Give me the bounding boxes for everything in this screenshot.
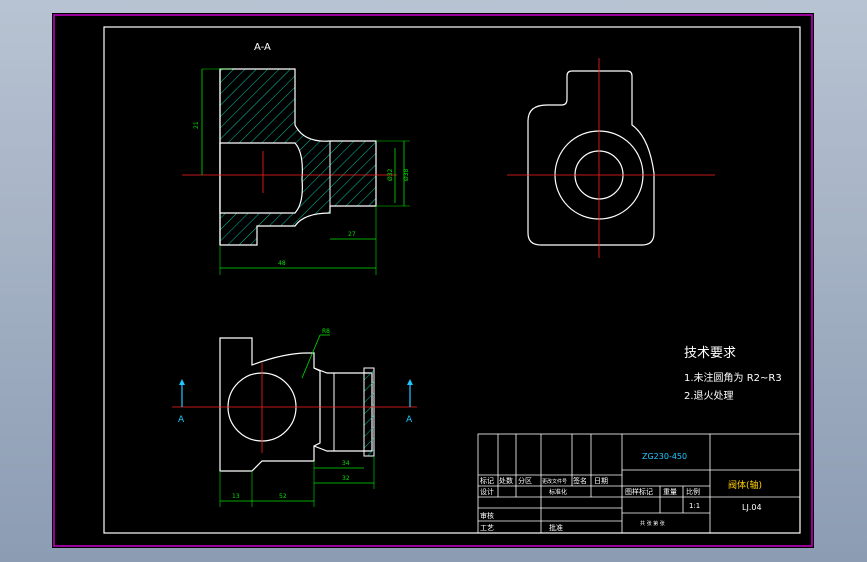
part-name: 阀体(轴)	[728, 479, 762, 491]
outer-frame	[53, 14, 813, 547]
dim-d32: Ø32	[387, 168, 394, 181]
hdr-3: 更改文件号	[542, 478, 567, 485]
cad-viewport: A-A 21 Ø32 Ø38 27 48 A A R8 34 32 13 52 …	[52, 13, 814, 548]
section-mark-left: A	[178, 415, 185, 425]
dim-13: 13	[232, 493, 240, 500]
hdr-1: 处数	[499, 476, 513, 485]
tech-line-2: 2.退火处理	[684, 390, 734, 402]
cell-weight: 重量	[663, 488, 677, 496]
cell-sheet: 共 张 第 张	[640, 520, 665, 527]
dim-21: 21	[193, 121, 200, 129]
section-label: A-A	[254, 42, 271, 53]
section-view: 21 Ø32 Ø38 27 48	[182, 68, 410, 275]
hdr-5: 日期	[594, 477, 608, 485]
dim-32: 32	[342, 475, 350, 482]
drawing-canvas: A-A 21 Ø32 Ø38 27 48 A A R8 34 32 13 52 …	[53, 14, 813, 547]
dim-d38: Ø38	[403, 168, 410, 181]
cell-standardize: 标准化	[549, 488, 567, 496]
hdr-4: 签名	[573, 476, 587, 485]
dim-27: 27	[348, 231, 356, 238]
cell-approve: 批准	[549, 523, 563, 532]
side-view	[507, 58, 715, 258]
tech-title: 技术要求	[684, 346, 736, 361]
hdr-0: 标记	[480, 476, 494, 485]
cell-ratio: 比例	[686, 487, 700, 496]
bottom-body	[219, 337, 321, 472]
title-block-text: 标记 处数 分区 更改文件号 签名 日期 设计 标准化 审核 工艺 批准 ZG2…	[480, 452, 762, 532]
dim-r8: R8	[322, 328, 330, 335]
dim-48: 48	[278, 260, 286, 267]
inner-frame	[103, 26, 801, 534]
cell-process: 工艺	[480, 524, 494, 532]
dim-34: 34	[342, 460, 350, 467]
dim-52: 52	[279, 493, 287, 500]
hdr-2: 分区	[518, 476, 532, 485]
section-mark-right: A	[406, 415, 413, 425]
cell-scale: 1:1	[689, 502, 700, 510]
side-outline	[527, 70, 655, 246]
knurl	[363, 367, 375, 457]
cell-design: 设计	[480, 487, 494, 496]
cell-stage: 图样标记	[625, 487, 653, 496]
cell-review: 审核	[480, 511, 494, 520]
tech-line-1: 1.未注圆角为 R2~R3	[684, 371, 782, 384]
section-bore	[219, 142, 303, 214]
drawing-number: LJ.04	[742, 503, 762, 512]
material: ZG230-450	[642, 452, 687, 461]
bottom-view: A A R8 34 32 13 52	[172, 328, 417, 507]
